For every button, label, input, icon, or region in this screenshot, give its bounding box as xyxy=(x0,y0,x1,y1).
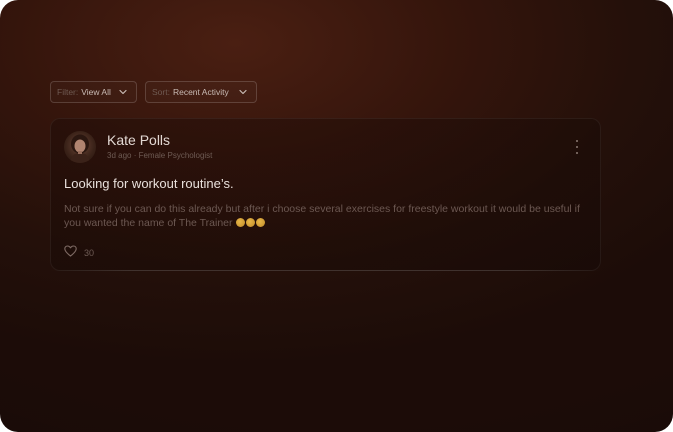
post-body-text: Not sure if you can do this already but … xyxy=(64,203,580,229)
author-name[interactable]: Kate Polls xyxy=(107,132,170,148)
grin-emoji-icon xyxy=(236,218,246,227)
filter-dropdown[interactable]: Filter: View All xyxy=(50,81,137,103)
sort-prefix: Sort: xyxy=(152,87,170,97)
sort-dropdown[interactable]: Sort: Recent Activity xyxy=(145,81,257,103)
chevron-down-icon xyxy=(118,87,128,97)
heart-icon[interactable] xyxy=(64,244,77,262)
filter-prefix: Filter: xyxy=(57,87,79,97)
post-body: Not sure if you can do this already but … xyxy=(64,202,584,230)
like-action[interactable]: 30 xyxy=(64,244,94,262)
grin-emoji-icon xyxy=(246,218,256,227)
sort-value: Recent Activity xyxy=(172,87,229,97)
like-count: 30 xyxy=(84,248,95,258)
post-meta: 3d ago · Female Psychologist xyxy=(107,151,213,160)
chevron-down-icon xyxy=(238,87,248,97)
emoji-group xyxy=(235,217,266,229)
post-title: Looking for workout routine’s. xyxy=(64,176,234,191)
card-divider xyxy=(50,270,601,271)
filter-value: View All xyxy=(81,87,111,97)
more-vertical-icon[interactable] xyxy=(571,140,583,154)
app-frame: Filter: View All Sort: Recent Activity K… xyxy=(0,0,673,432)
post-card[interactable]: Kate Polls 3d ago · Female Psychologist … xyxy=(50,118,601,271)
avatar[interactable] xyxy=(64,131,96,163)
grin-emoji-icon xyxy=(256,218,266,227)
